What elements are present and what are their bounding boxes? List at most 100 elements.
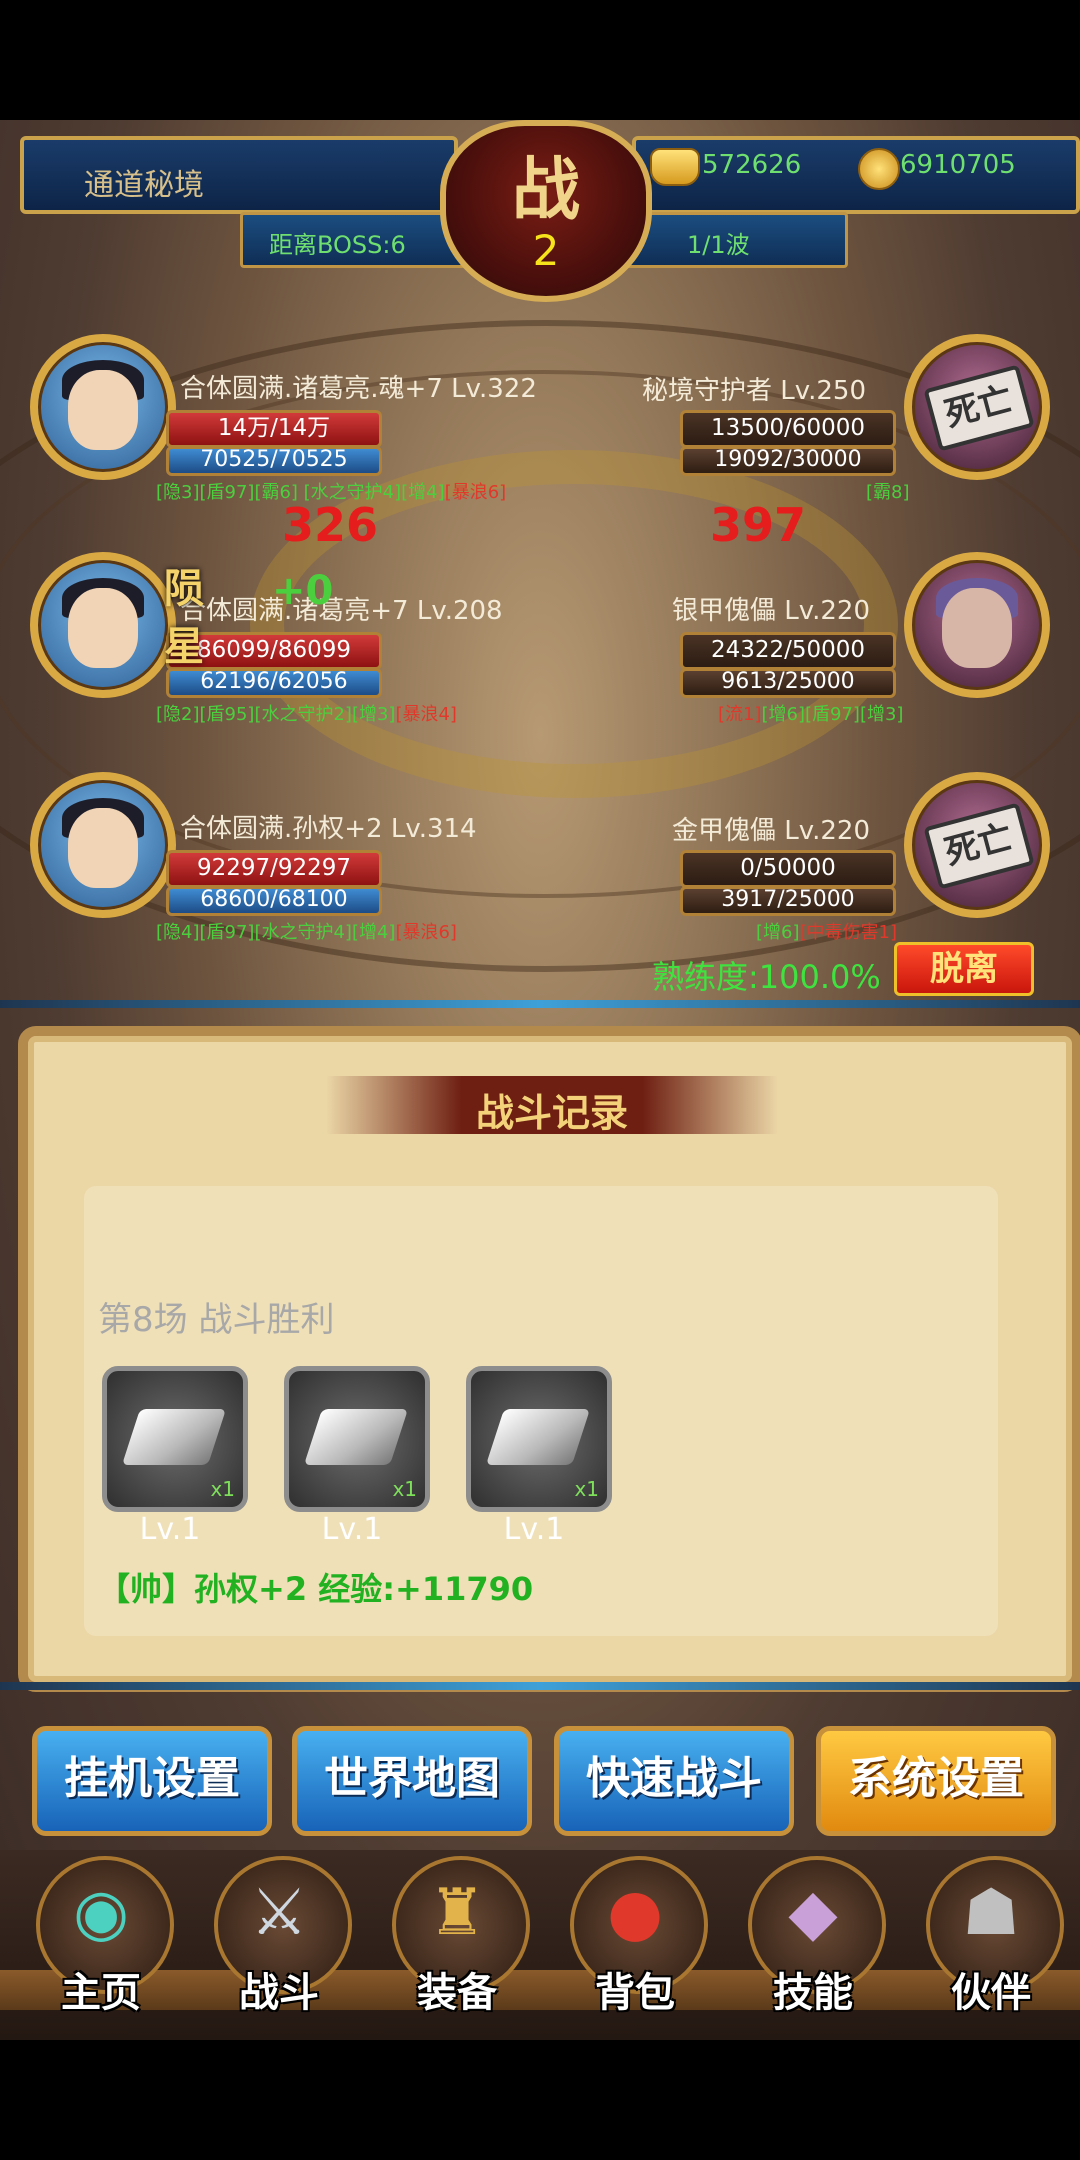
enemy-portrait-3[interactable]: 死亡 — [904, 772, 1050, 918]
reward-item-3[interactable]: x1 — [466, 1366, 612, 1512]
face — [68, 588, 138, 668]
battle-emblem-char: 战 — [511, 150, 580, 230]
debuff-list: [暴浪6] — [395, 922, 457, 943]
item-qty: x1 — [574, 1477, 599, 1501]
battle-round-number: 2 — [532, 226, 560, 275]
nav-battle[interactable]: ⚔ 战斗 — [204, 1856, 354, 2016]
nav-bag[interactable]: ● 背包 — [560, 1856, 710, 2016]
item-qty: x1 — [392, 1477, 417, 1501]
enemy-buffs-3: [增6][中毒伤害1] — [756, 918, 897, 944]
boss-distance: 距离BOSS:6 — [269, 231, 406, 259]
nav-home[interactable]: ◉ 主页 — [26, 1856, 176, 2016]
quick-battle-button[interactable]: 快速战斗 — [554, 1726, 794, 1836]
ally-mp-bar-1: 70525/70525 — [166, 446, 382, 476]
mastery-label: 熟练度:100.0% — [652, 958, 881, 996]
buff-list: [霸8] — [866, 482, 910, 503]
battle-log-scroll[interactable]: 第8场 战斗胜利 x1 Lv.1 x1 Lv.1 x1 Lv.1 【帅】孙权+2… — [84, 1186, 998, 1636]
heal-number: +0 — [272, 568, 334, 614]
enemy-portrait-2[interactable] — [904, 552, 1050, 698]
battle-log-title-band: 战斗记录 — [326, 1076, 778, 1135]
enemy-portrait-1[interactable]: 死亡 — [904, 334, 1050, 480]
idle-settings-button[interactable]: 挂机设置 — [32, 1726, 272, 1836]
nav-skill[interactable]: ◆ 技能 — [738, 1856, 888, 2016]
face — [68, 370, 138, 450]
debuff-list: [暴浪6] — [444, 482, 507, 503]
item-qty: x1 — [210, 1477, 235, 1501]
game-screen: 通道秘境 距离BOSS:6 572626 6910705 1/1波 战 2 合体… — [0, 120, 1080, 2040]
dead-stamp: 死亡 — [923, 802, 1035, 890]
ally-mp-bar-2: 62196/62056 — [166, 668, 382, 698]
debuff-list: [暴浪4] — [395, 704, 457, 725]
nav-label: 背包 — [595, 1970, 675, 2016]
battle-log-panel: 战斗记录 第8场 战斗胜利 x1 Lv.1 x1 Lv.1 x1 Lv.1 【帅… — [18, 1026, 1080, 1692]
item-level: Lv.1 — [321, 1512, 383, 1547]
enemy-mp-bar-1: 19092/30000 — [680, 446, 896, 476]
ally-buffs-3: [隐4][盾97][水之守护4][增4][暴浪6] — [156, 918, 457, 944]
buff-list: [隐2][盾95][水之守护2][增3] — [156, 704, 396, 725]
buff-list: [增6][盾97][增3] — [761, 704, 904, 725]
equipment-icon: ♜ — [428, 1876, 486, 1950]
buff-list: [增6] — [756, 922, 800, 943]
reward-item-1[interactable]: x1 — [102, 1366, 248, 1512]
ally-name-2: 合体圆满.诸葛亮+7 Lv.208 — [180, 596, 503, 626]
bag-icon: ● — [607, 1876, 663, 1950]
debuff-list: [流1] — [718, 704, 762, 725]
buff-list: [隐4][盾97][水之守护4][增4] — [156, 922, 396, 943]
battle-emblem: 战 2 — [440, 120, 652, 302]
location-name: 通道秘境 — [84, 168, 204, 203]
silver-ingot-icon — [303, 1409, 409, 1465]
world-map-button[interactable]: 世界地图 — [292, 1726, 532, 1836]
gold-ingot-icon — [650, 148, 700, 186]
battle-log-title: 战斗记录 — [475, 1090, 628, 1135]
home-icon: ◉ — [73, 1876, 129, 1950]
nav-label: 技能 — [773, 1970, 853, 2016]
reward-item-2[interactable]: x1 — [284, 1366, 430, 1512]
enemy-hp-bar-2: 24322/50000 — [680, 632, 896, 670]
skill-effect-text: 陨星 — [164, 565, 204, 670]
top-bar: 通道秘境 距离BOSS:6 572626 6910705 1/1波 战 2 — [0, 120, 1080, 302]
enemy-name-2: 银甲傀儡 Lv.220 — [672, 596, 871, 626]
ally-portrait-3[interactable] — [30, 772, 176, 918]
enemy-hp-bar-1: 13500/60000 — [680, 410, 896, 448]
coin-icon — [858, 148, 900, 190]
nav-equipment[interactable]: ♜ 装备 — [382, 1856, 532, 2016]
boss-distance-panel: 距离BOSS:6 — [240, 212, 466, 268]
divider-bottom — [0, 1682, 1080, 1690]
nav-label: 战斗 — [239, 1970, 319, 2016]
damage-number-enemy-1: 397 — [710, 498, 807, 552]
nav-label: 主页 — [61, 1970, 141, 2016]
enemy-name-3: 金甲傀儡 Lv.220 — [672, 816, 871, 846]
location-panel: 通道秘境 — [20, 136, 458, 214]
divider-top — [0, 1000, 1080, 1008]
ally-name-3: 合体圆满.孙权+2 Lv.314 — [180, 814, 477, 844]
dead-stamp: 死亡 — [923, 364, 1035, 452]
debuff-list: [中毒伤害1] — [799, 922, 898, 943]
damage-number-ally-1: 326 — [282, 498, 379, 552]
skill-icon: ◆ — [788, 1876, 838, 1950]
enemy-buffs-2: [流1][增6][盾97][增3] — [718, 700, 903, 726]
ally-hp-bar-1: 14万/14万 — [166, 410, 382, 448]
ally-name-1: 合体圆满.诸葛亮.魂+7 Lv.322 — [180, 374, 537, 404]
wave-counter: 1/1波 — [687, 231, 750, 259]
partner-icon: ☗ — [962, 1876, 1020, 1950]
item-level: Lv.1 — [139, 1512, 201, 1547]
nav-partner[interactable]: ☗ 伙伴 — [916, 1856, 1066, 2016]
battle-result-text: 第8场 战斗胜利 — [98, 1300, 335, 1340]
nav-label: 伙伴 — [951, 1970, 1031, 2016]
exp-gain-line: 【帅】孙权+2 经验:+11790 — [98, 1570, 534, 1608]
ally-portrait-2[interactable] — [30, 552, 176, 698]
silver-ingot-icon — [485, 1409, 591, 1465]
leave-battle-button[interactable]: 脱离 — [894, 942, 1034, 996]
gold-amount: 572626 — [702, 150, 802, 180]
enemy-buffs-1: [霸8] — [866, 478, 910, 504]
enemy-mp-bar-3: 3917/25000 — [680, 886, 896, 916]
face — [68, 808, 138, 888]
bottom-nav: ◉ 主页 ⚔ 战斗 ♜ 装备 ● 背包 ◆ 技能 ☗ 伙伴 — [0, 1850, 1080, 2040]
ally-buffs-2: [隐2][盾95][水之守护2][增3][暴浪4] — [156, 700, 457, 726]
enemy-hp-bar-3: 0/50000 — [680, 850, 896, 888]
ally-mp-bar-3: 68600/68100 — [166, 886, 382, 916]
nav-label: 装备 — [417, 1970, 497, 2016]
system-settings-button[interactable]: 系统设置 — [816, 1726, 1056, 1836]
coin-amount: 6910705 — [900, 150, 1016, 180]
ally-portrait-1[interactable] — [30, 334, 176, 480]
